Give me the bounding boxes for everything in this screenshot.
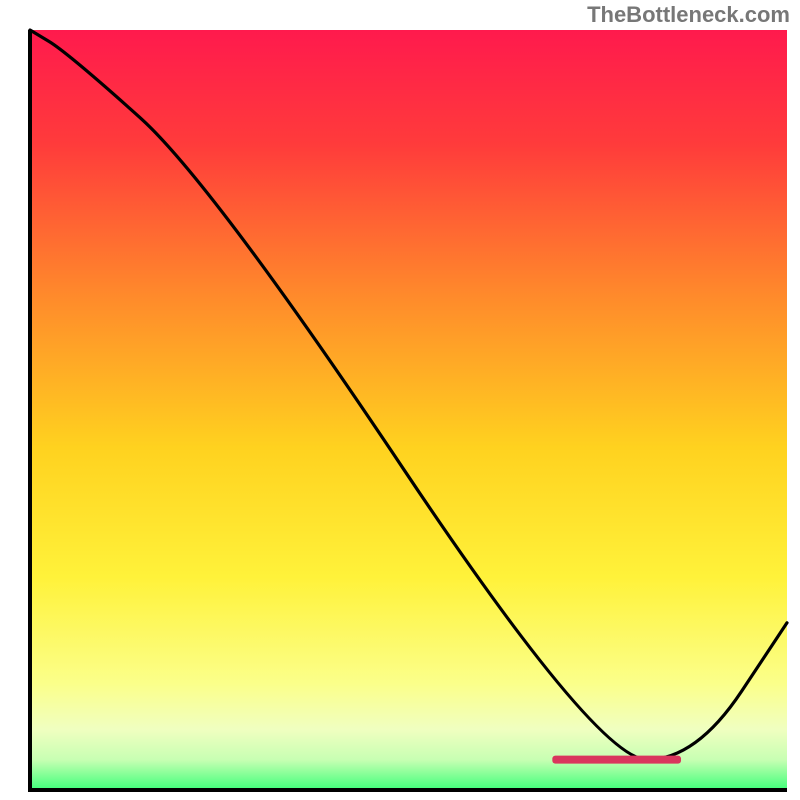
plot-background bbox=[30, 30, 787, 790]
chart-container: TheBottleneck.com bbox=[0, 0, 800, 800]
optimal-marker-band bbox=[552, 756, 681, 764]
chart-svg bbox=[0, 0, 800, 800]
watermark-text: TheBottleneck.com bbox=[587, 2, 790, 28]
